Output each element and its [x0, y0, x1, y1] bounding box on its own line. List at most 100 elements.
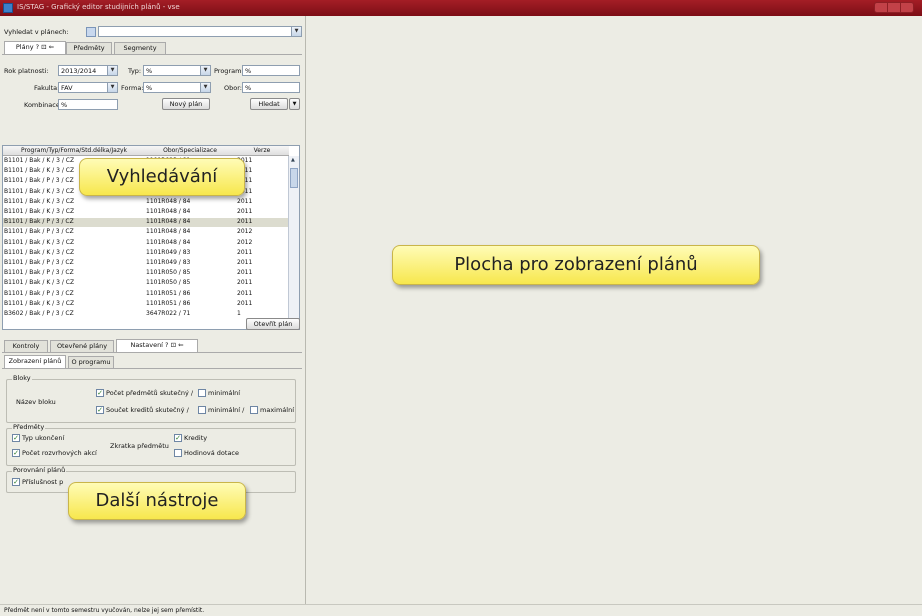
maximalni-label: maximální — [260, 406, 295, 414]
maximize-button[interactable] — [888, 3, 901, 12]
fakulta-label: Fakulta: — [34, 84, 60, 92]
nazev-bloku-label: Název bloku — [16, 398, 56, 406]
table-cell: B1101 / Bak / P / 3 / CZ — [4, 269, 74, 277]
table-row[interactable]: B1101 / Bak / K / 3 / CZ 1101R048 / 84 201… — [3, 198, 289, 207]
table-row[interactable]: B1101 / Bak / K / 3 / CZ 1101R051 / 86 201… — [3, 300, 289, 309]
left-panel: Vyhledat v plánech: ▼ Plány ? ⊡ ⇐ Předmě… — [0, 16, 306, 604]
column-header[interactable]: Verze — [237, 147, 287, 154]
porovnani-title: Porovnání plánů — [12, 466, 67, 474]
table-cell: 1101R049 / 83 — [146, 259, 191, 266]
tab-divider — [2, 54, 302, 55]
window-controls — [874, 2, 914, 13]
table-row[interactable]: B1101 / Bak / K / 3 / CZ 1101R050 / 85 201… — [3, 279, 289, 288]
table-cell: 1101R049 / 83 — [146, 248, 191, 256]
typ-ukonceni-label: Typ ukončení — [22, 434, 65, 442]
predmety-title: Předměty — [12, 423, 46, 431]
soucet-kreditu-checkbox[interactable]: ✓ — [96, 406, 104, 414]
maximalni-checkbox[interactable] — [250, 406, 258, 414]
kredity-label: Kredity — [184, 434, 208, 442]
search-icon[interactable] — [86, 27, 96, 37]
kredity-checkbox[interactable]: ✓ — [174, 434, 182, 442]
pocet-predmetu-checkbox[interactable]: ✓ — [96, 389, 104, 397]
tab-nastaveni[interactable]: Nastavení ? ⊡ ⇐ — [116, 339, 198, 352]
table-cell: 1101R050 / 85 — [146, 269, 191, 277]
table-row[interactable]: B1101 / Bak / P / 3 / CZ 1101R051 / 86 201… — [3, 290, 289, 299]
table-row[interactable]: B1101 / Bak / P / 3 / CZ 1101R050 / 85 201… — [3, 269, 289, 278]
chevron-down-icon[interactable]: ▼ — [107, 83, 117, 92]
callout-plan-area: Plocha pro zobrazení plánů — [392, 245, 760, 285]
bloky-title: Bloky — [12, 374, 32, 382]
tab-zobrazeni-planu[interactable]: Zobrazení plánů — [4, 355, 66, 368]
minimize-button[interactable] — [875, 3, 888, 12]
tab-plany[interactable]: Plány ? ⊡ ⇐ — [4, 41, 66, 54]
table-row[interactable]: B1101 / Bak / K / 3 / CZ 1101R048 / 84 201… — [3, 208, 289, 217]
app-icon — [3, 3, 13, 13]
tab-predmety[interactable]: Předměty — [66, 42, 112, 54]
chevron-down-icon: ▼ — [292, 101, 297, 107]
table-cell: B1101 / Bak / K / 3 / CZ — [4, 238, 75, 246]
tab-divider — [2, 352, 302, 353]
table-cell: 1101R048 / 84 — [146, 208, 191, 215]
table-cell: B1101 / Bak / P / 3 / CZ — [4, 228, 74, 236]
new-plan-button[interactable]: Nový plán — [162, 98, 210, 110]
search-button[interactable]: Hledat — [250, 98, 288, 110]
tab-otevrene-plany[interactable]: Otevřené plány — [50, 340, 114, 352]
prislusnost-checkbox[interactable]: ✓ — [12, 478, 20, 486]
table-cell: 2011 — [237, 279, 253, 287]
hodinova-dotace-checkbox[interactable] — [174, 449, 182, 457]
pocet-rozvrhovych-checkbox[interactable]: ✓ — [12, 449, 20, 457]
zkratka-label: Zkratka předmětu — [110, 442, 169, 450]
chevron-down-icon[interactable]: ▼ — [200, 83, 210, 92]
chevron-down-icon[interactable]: ▼ — [291, 27, 301, 36]
typ-select[interactable]: % ▼ — [143, 65, 211, 76]
table-cell: B1101 / Bak / K / 3 / CZ — [4, 208, 75, 215]
table-cell: B1101 / Bak / K / 3 / CZ — [4, 279, 75, 287]
obor-label: Obor: — [224, 84, 242, 92]
table-row[interactable]: B1101 / Bak / K / 3 / CZ 1101R048 / 84 201… — [3, 239, 289, 248]
table-scrollbar[interactable]: ▲ ▼ — [288, 156, 299, 329]
soucet-kreditu-label: Součet kreditů skutečný / — [106, 406, 189, 414]
table-row[interactable]: B1101 / Bak / K / 3 / CZ 1101R049 / 83 201… — [3, 249, 289, 258]
kombinace-input[interactable]: % — [58, 99, 118, 110]
plan-canvas[interactable]: Plocha pro zobrazení plánů — [306, 16, 922, 604]
chevron-down-icon[interactable]: ▼ — [200, 66, 210, 75]
chevron-down-icon[interactable]: ▼ — [107, 66, 117, 75]
tab-divider — [2, 368, 302, 369]
obor-input[interactable]: % — [242, 82, 300, 93]
status-text: Předmět není v tomto semestru vyučován, … — [4, 607, 205, 614]
typ-label: Typ: — [128, 67, 142, 75]
table-cell: B1101 / Bak / P / 3 / CZ — [4, 259, 74, 266]
chevron-up-icon[interactable]: ▲ — [291, 157, 295, 163]
fakulta-select[interactable]: FAV ▼ — [58, 82, 118, 93]
table-cell: 2011 — [237, 197, 253, 205]
tab-kontroly[interactable]: Kontroly — [4, 340, 48, 352]
fakulta-value: FAV — [61, 84, 73, 92]
table-cell: 2011 — [237, 248, 253, 256]
minimalni-checkbox-1[interactable] — [198, 389, 206, 397]
tab-o-programu[interactable]: O programu — [68, 356, 114, 368]
table-cell: B1101 / Bak / K / 3 / CZ — [4, 187, 75, 195]
minimalni-checkbox-2[interactable] — [198, 406, 206, 414]
forma-select[interactable]: % ▼ — [143, 82, 211, 93]
column-header[interactable]: Obor/Specializace — [145, 147, 235, 154]
program-input[interactable]: % — [242, 65, 300, 76]
search-options-button[interactable]: ▼ — [289, 98, 300, 110]
table-cell: 3647R022 / 71 — [146, 310, 191, 317]
rok-select[interactable]: 2013/2014 ▼ — [58, 65, 118, 76]
table-cell: 2012 — [237, 228, 253, 236]
tab-segmenty[interactable]: Segmenty — [114, 42, 166, 54]
table-cell: B1101 / Bak / K / 3 / CZ — [4, 248, 75, 256]
column-header[interactable]: Program/Typ/Forma/Std.délka/Jazyk — [5, 147, 143, 154]
open-plan-button[interactable]: Otevřít plán — [246, 318, 300, 330]
table-row[interactable]: B1101 / Bak / P / 3 / CZ 1101R048 / 84 201… — [3, 228, 289, 237]
table-row[interactable]: B1101 / Bak / P / 3 / CZ 1101R048 / 84 201… — [3, 218, 289, 228]
table-cell: B1101 / Bak / K / 3 / CZ — [4, 157, 75, 164]
search-input[interactable]: ▼ — [98, 26, 302, 37]
typ-ukonceni-checkbox[interactable]: ✓ — [12, 434, 20, 442]
table-row[interactable]: B1101 / Bak / P / 3 / CZ 1101R049 / 83 201… — [3, 259, 289, 268]
close-button[interactable] — [901, 3, 914, 12]
table-cell: B1101 / Bak / P / 3 / CZ — [4, 218, 74, 226]
table-cell: 2012 — [237, 238, 253, 246]
scrollbar-thumb[interactable] — [290, 168, 298, 188]
table-cell: B1101 / Bak / K / 3 / CZ — [4, 197, 75, 205]
